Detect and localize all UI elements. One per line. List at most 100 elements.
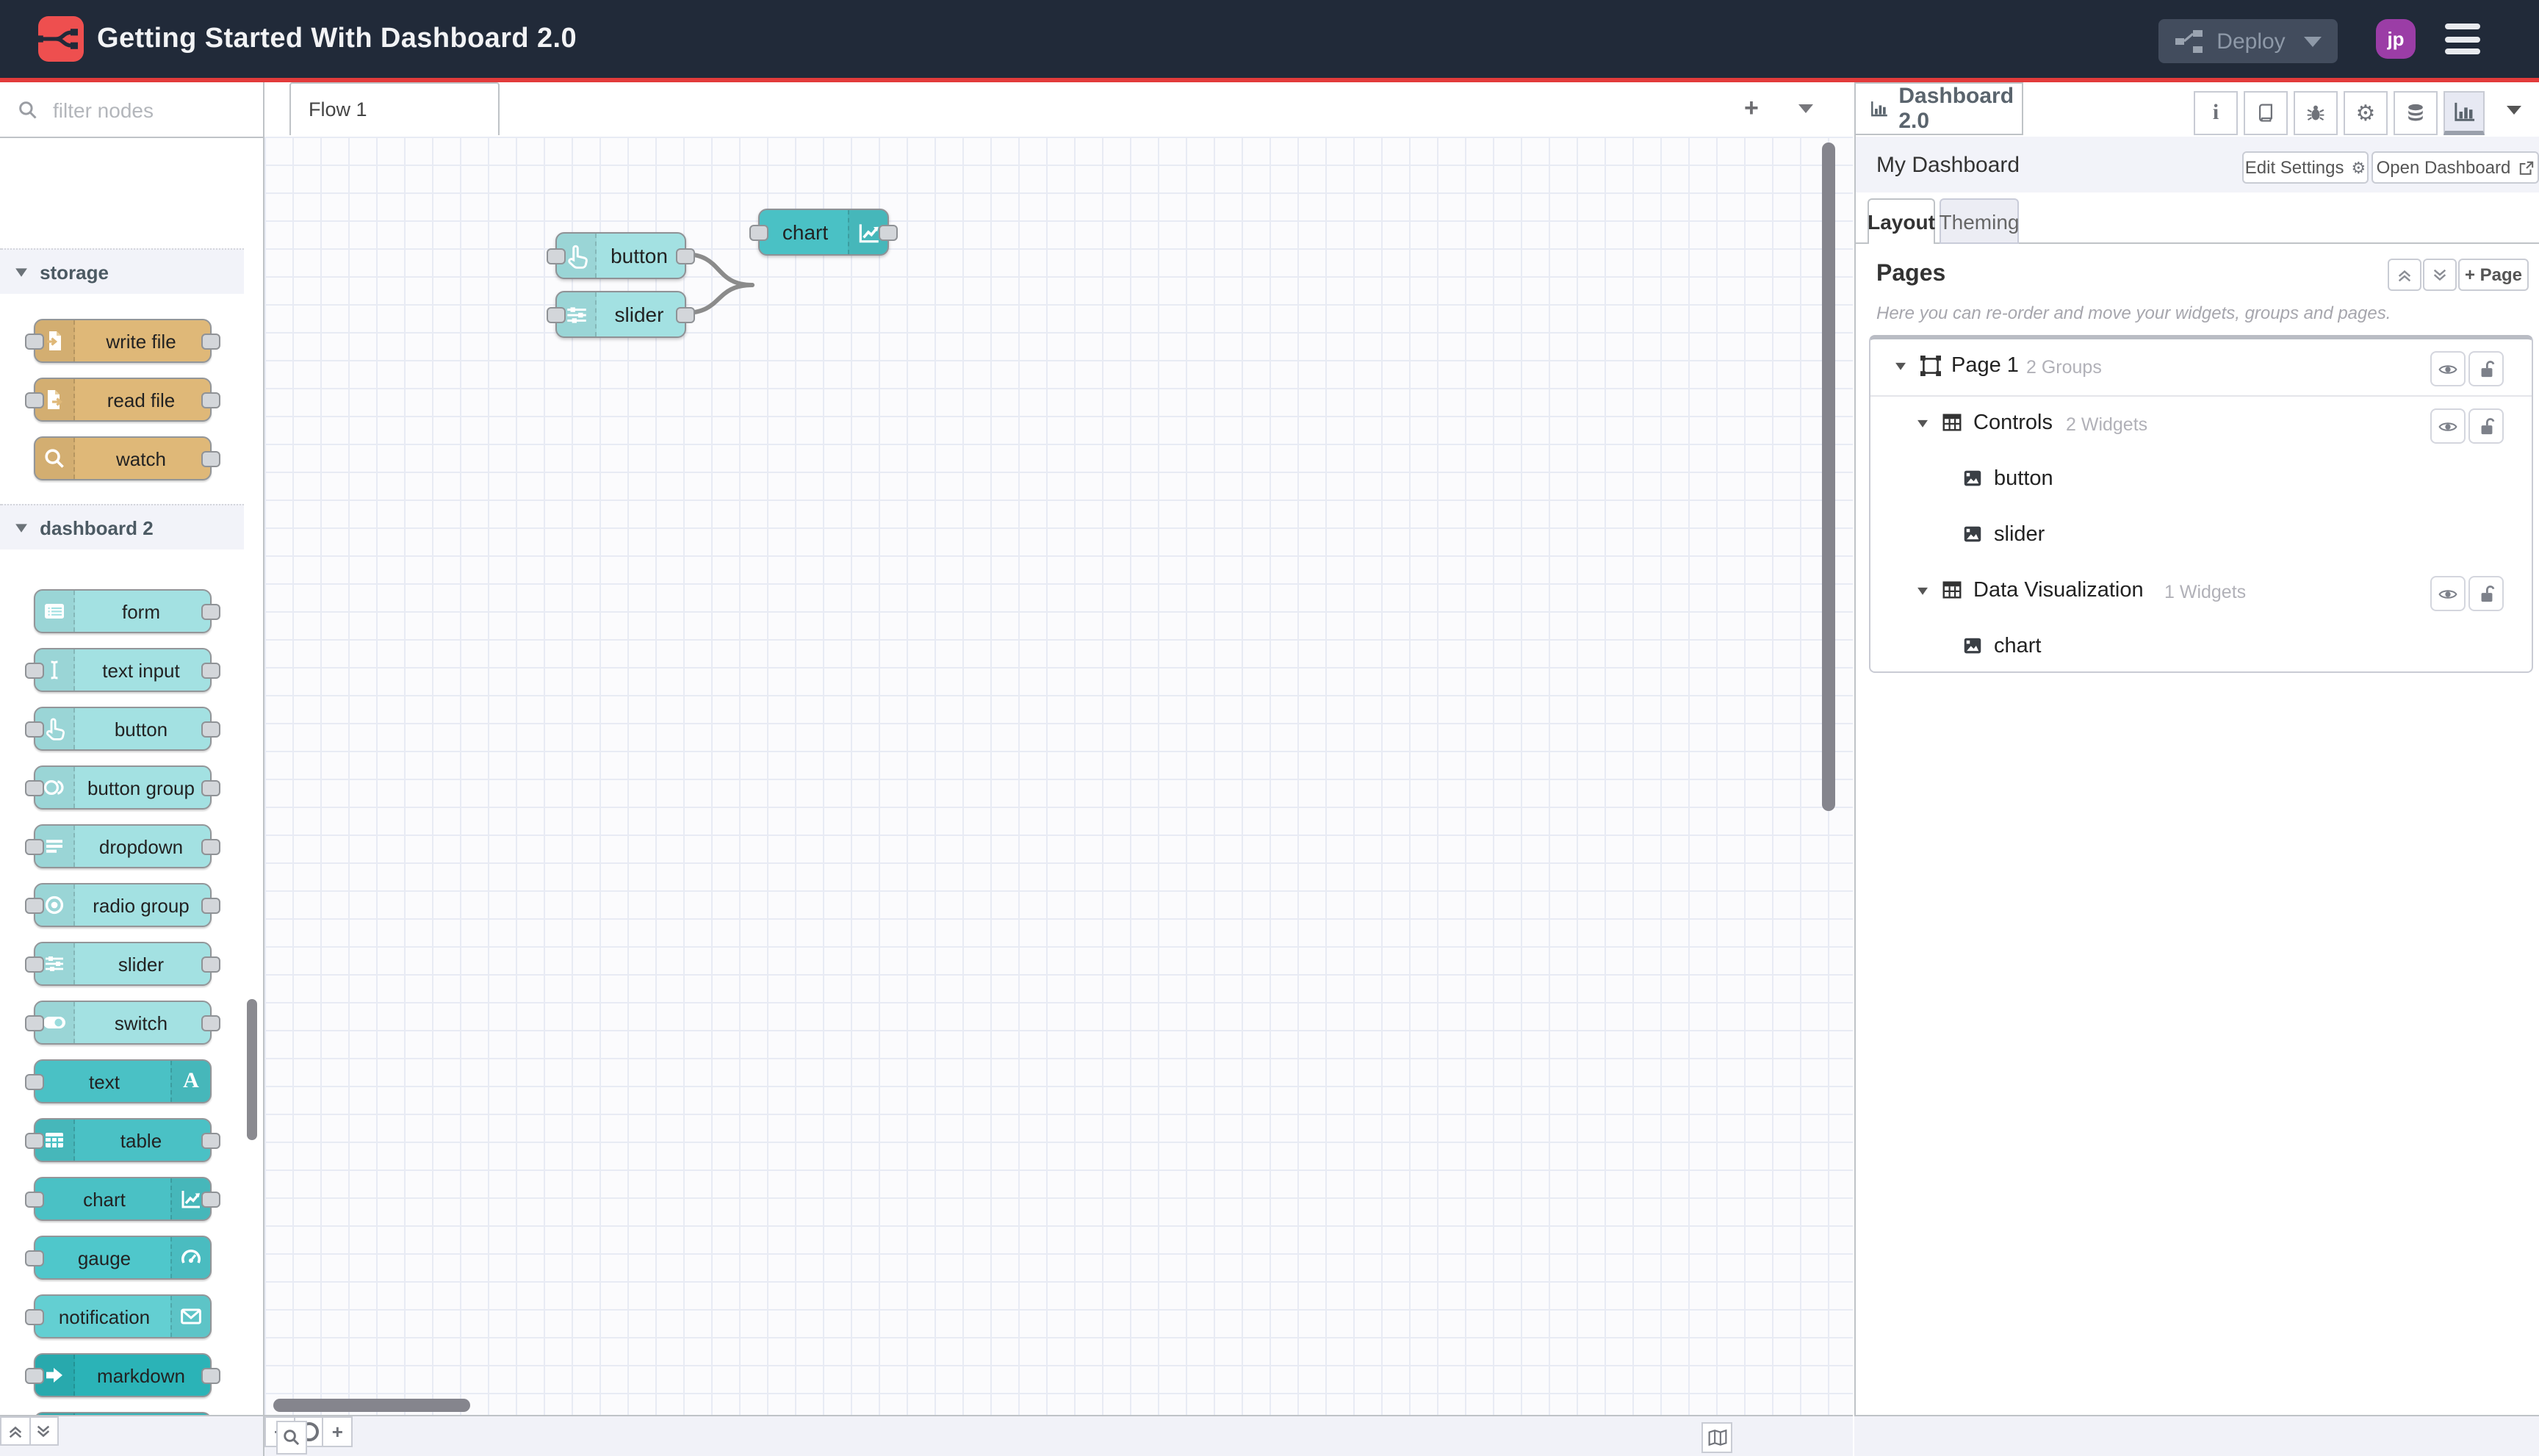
- palette-node-read-file[interactable]: read file: [25, 378, 220, 422]
- visibility-toggle-button[interactable]: [2430, 576, 2466, 611]
- input-port[interactable]: [25, 1074, 44, 1090]
- workspace-canvas[interactable]: Flow 1 + button slider chart: [264, 82, 1853, 1415]
- output-port[interactable]: [201, 663, 220, 679]
- filter-nodes-input[interactable]: [50, 96, 247, 123]
- output-port[interactable]: [201, 1015, 220, 1031]
- palette-node-gauge[interactable]: gauge: [25, 1236, 212, 1280]
- input-port[interactable]: [25, 956, 44, 973]
- palette-node-text-input[interactable]: text input: [25, 648, 220, 692]
- palette-node-watch[interactable]: watch: [34, 436, 220, 480]
- help-tab-button[interactable]: [2244, 91, 2288, 135]
- palette-node-button-group[interactable]: button group: [25, 765, 220, 810]
- canvas-grid[interactable]: [264, 137, 1853, 1415]
- add-page-button[interactable]: + Page: [2458, 259, 2529, 291]
- output-port[interactable]: [201, 604, 220, 620]
- output-port[interactable]: [201, 721, 220, 738]
- output-port[interactable]: [201, 1368, 220, 1384]
- tab-theming[interactable]: Theming: [1940, 198, 2019, 244]
- input-port[interactable]: [25, 1309, 44, 1325]
- palette-node-form[interactable]: form: [34, 589, 220, 633]
- flow-list-caret-icon[interactable]: [1798, 104, 1813, 113]
- config-tab-button[interactable]: ⚙: [2344, 91, 2388, 135]
- input-port[interactable]: [25, 1250, 44, 1266]
- input-port[interactable]: [25, 392, 44, 408]
- output-port[interactable]: [201, 956, 220, 973]
- tree-row-widget-slider[interactable]: slider: [1870, 508, 2532, 564]
- output-port[interactable]: [201, 334, 220, 350]
- zoom-in-button[interactable]: +: [322, 1418, 351, 1446]
- chevron-down-icon[interactable]: ▾: [1917, 416, 1928, 432]
- dashboard-tab-button[interactable]: [2443, 91, 2485, 135]
- output-port[interactable]: [201, 1133, 220, 1149]
- collapse-all-categories-button[interactable]: [1, 1418, 30, 1444]
- avatar[interactable]: jp: [2376, 19, 2416, 59]
- visibility-toggle-button[interactable]: [2430, 408, 2466, 444]
- input-port[interactable]: [25, 898, 44, 914]
- output-port[interactable]: [676, 307, 695, 323]
- input-port[interactable]: [25, 1368, 44, 1384]
- context-tab-button[interactable]: [2394, 91, 2438, 135]
- flow-node-chart[interactable]: chart: [749, 209, 898, 256]
- edit-settings-button[interactable]: Edit Settings ⚙: [2242, 151, 2369, 184]
- deploy-caret-icon[interactable]: [2304, 36, 2322, 46]
- visibility-toggle-button[interactable]: [2430, 351, 2466, 386]
- add-flow-icon[interactable]: +: [1744, 94, 1759, 123]
- collapse-all-pages-button[interactable]: [2388, 259, 2421, 291]
- palette-node-switch[interactable]: switch: [25, 1001, 220, 1045]
- vertical-scrollbar[interactable]: [1822, 143, 1835, 811]
- output-port[interactable]: [201, 780, 220, 796]
- input-port[interactable]: [25, 663, 44, 679]
- palette-node-button[interactable]: button: [25, 707, 220, 751]
- chevron-down-icon[interactable]: ▾: [1895, 358, 1906, 375]
- palette-node-slider[interactable]: slider: [25, 942, 220, 986]
- tree-row-controls[interactable]: ▾ Controls 2 Widgets: [1870, 397, 2532, 453]
- palette-node-radio-group[interactable]: radio group: [25, 883, 220, 927]
- horizontal-scrollbar[interactable]: [273, 1399, 470, 1412]
- deploy-button[interactable]: Deploy: [2158, 19, 2338, 63]
- palette-search[interactable]: [0, 82, 263, 138]
- tree-row-page-1[interactable]: ▾ Page 1 2 Groups: [1870, 339, 2532, 395]
- category-storage[interactable]: ▾ storage: [0, 248, 244, 294]
- palette-node-dropdown[interactable]: dropdown: [25, 824, 220, 868]
- tree-row-data-visualization[interactable]: ▾ Data Visualization 1 Widgets: [1870, 564, 2532, 620]
- palette-node-notification[interactable]: notification: [25, 1294, 212, 1338]
- input-port[interactable]: [749, 225, 768, 241]
- palette-node-markdown[interactable]: markdown: [25, 1353, 220, 1397]
- main-menu-icon[interactable]: [2445, 24, 2480, 54]
- debug-tab-button[interactable]: [2294, 91, 2338, 135]
- category-dashboard-2[interactable]: ▾ dashboard 2: [0, 504, 244, 549]
- chevron-down-icon[interactable]: ▾: [1917, 583, 1928, 599]
- input-port[interactable]: [25, 780, 44, 796]
- expand-all-categories-button[interactable]: [30, 1418, 57, 1444]
- minimap-toggle-button[interactable]: [1701, 1422, 1732, 1453]
- output-port[interactable]: [201, 392, 220, 408]
- lock-toggle-button[interactable]: [2468, 576, 2504, 611]
- palette-node-table[interactable]: table: [25, 1118, 220, 1162]
- tab-flow-1[interactable]: Flow 1: [289, 82, 500, 135]
- expand-all-pages-button[interactable]: [2423, 259, 2457, 291]
- output-port[interactable]: [201, 898, 220, 914]
- info-tab-button[interactable]: i: [2194, 91, 2238, 135]
- output-port[interactable]: [201, 839, 220, 855]
- palette-node-write-file[interactable]: write file: [25, 319, 220, 363]
- lock-toggle-button[interactable]: [2468, 351, 2504, 386]
- search-flows-button[interactable]: [276, 1421, 307, 1455]
- output-port[interactable]: [201, 1192, 220, 1208]
- input-port[interactable]: [547, 248, 566, 264]
- input-port[interactable]: [25, 1133, 44, 1149]
- tree-row-widget-button[interactable]: button: [1870, 453, 2532, 508]
- output-port[interactable]: [201, 451, 220, 467]
- lock-toggle-button[interactable]: [2468, 408, 2504, 444]
- input-port[interactable]: [25, 334, 44, 350]
- input-port[interactable]: [547, 307, 566, 323]
- input-port[interactable]: [25, 1015, 44, 1031]
- flow-node-button[interactable]: button: [547, 232, 695, 279]
- palette-node-chart[interactable]: chart: [25, 1177, 220, 1221]
- flow-node-slider[interactable]: slider: [547, 291, 695, 338]
- tree-row-widget-chart[interactable]: chart: [1870, 620, 2532, 676]
- input-port[interactable]: [25, 839, 44, 855]
- palette-node-text[interactable]: A text: [25, 1059, 212, 1103]
- tab-dashboard-2[interactable]: Dashboard 2.0: [1856, 82, 2023, 135]
- output-port[interactable]: [676, 248, 695, 264]
- palette-scrollbar[interactable]: [247, 999, 257, 1140]
